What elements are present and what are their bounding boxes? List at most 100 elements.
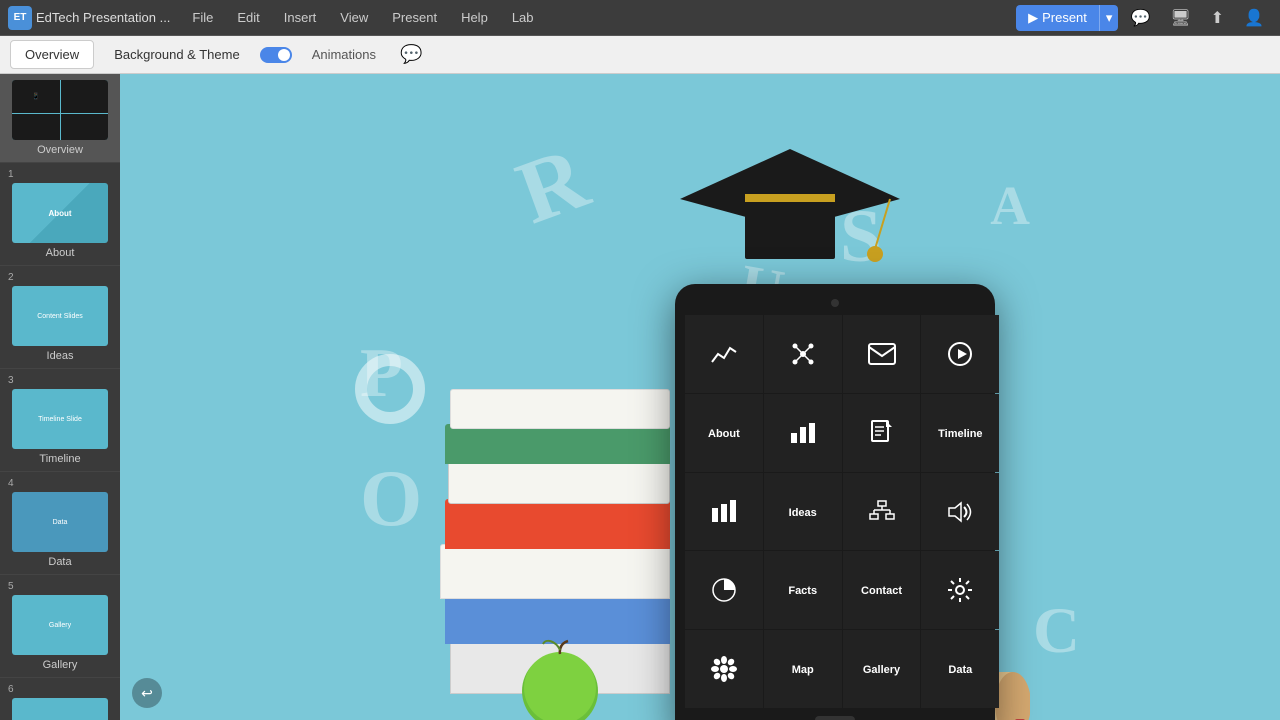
tablet-cell-data[interactable]: Data [921, 630, 999, 708]
cap-body [745, 199, 835, 259]
present-dropdown-arrow[interactable]: ▾ [1099, 5, 1119, 31]
sidebar-item-overview[interactable]: 📱 Overview [0, 74, 120, 163]
sidebar-item-timeline[interactable]: 3 Timeline Slide Timeline [0, 369, 120, 472]
bar-chart-icon [789, 421, 817, 445]
apple-leaf [543, 641, 560, 650]
pie-chart-icon [711, 577, 737, 603]
tablet-cell-speaker[interactable] [921, 473, 999, 551]
slide-1-label: About [46, 247, 75, 259]
back-arrow-icon: ↩ [141, 685, 153, 702]
tablet-cell-bar2[interactable] [685, 473, 763, 551]
tablet-contact-label: Contact [861, 585, 902, 597]
present-label: Present [1042, 10, 1087, 25]
tablet-cell-chart[interactable] [685, 315, 763, 393]
menu-lab[interactable]: Lab [502, 6, 544, 29]
sidebar-item-data[interactable]: 4 Data Data [0, 472, 120, 575]
tablet-cell-map[interactable]: Map [764, 630, 842, 708]
menu-help[interactable]: Help [451, 6, 498, 29]
sidebar-item-ideas[interactable]: 2 Content Slides Ideas [0, 266, 120, 369]
tablet-ideas-label: Ideas [789, 507, 817, 519]
topbar: ET EdTech Presentation ... File Edit Ins… [0, 0, 1280, 36]
tab-animations[interactable]: Animations [298, 41, 390, 68]
slide-num-2: 2 [8, 272, 14, 283]
tab-bg-theme[interactable]: Background & Theme [100, 41, 254, 68]
slide-4-thumb: Data [12, 492, 108, 552]
tablet-cell-facts[interactable]: Facts [764, 551, 842, 629]
slide-2-thumb: Content Slides [12, 286, 108, 346]
canvas-area[interactable]: R S P U O C F A [120, 74, 1280, 720]
bg-letter-top-right: A [990, 174, 1030, 237]
tablet-camera [831, 299, 839, 307]
tablet-cell-mail[interactable] [843, 315, 921, 393]
tablet-cell-flower[interactable] [685, 630, 763, 708]
tablet-cell-bar[interactable] [764, 394, 842, 472]
thumb-cell-4 [61, 114, 109, 140]
canvas-back-button[interactable]: ↩ [132, 678, 162, 708]
tassel-ball [867, 246, 883, 262]
menu-edit[interactable]: Edit [227, 6, 269, 29]
tablet-cell-play[interactable] [921, 315, 999, 393]
app-title: EdTech Presentation ... [36, 10, 170, 25]
tablet-timeline-label: Timeline [938, 428, 982, 440]
comment-topbar-icon[interactable]: 💬 [1122, 4, 1158, 32]
logo-text: ET [14, 12, 27, 23]
slide-2-label: Ideas [47, 350, 74, 362]
bg-letter-r: R [504, 126, 600, 245]
app-logo: ET [8, 6, 32, 30]
comment-toolbar-icon[interactable]: 💬 [396, 40, 426, 69]
overview-thumbnail: 📱 [12, 80, 108, 140]
apple-body-light [524, 652, 596, 720]
menu-file[interactable]: File [182, 6, 223, 29]
menu-present[interactable]: Present [382, 6, 447, 29]
sidebar-item-gallery[interactable]: 5 Gallery Gallery [0, 575, 120, 678]
thumb-cell-2 [61, 80, 109, 113]
tab-overview[interactable]: Overview [10, 40, 94, 69]
tablet-cell-contact[interactable]: Contact [843, 551, 921, 629]
graduation-cap [680, 129, 900, 294]
overview-thumb-grid: 📱 [12, 80, 108, 140]
thumb-cell-1: 📱 [12, 80, 60, 113]
slide-5-thumb-text: Gallery [49, 622, 71, 629]
menu-insert[interactable]: Insert [274, 6, 327, 29]
tablet-data-label: Data [948, 664, 972, 676]
decorative-ring [355, 354, 425, 424]
tablet-cell-ideas[interactable]: Ideas [764, 473, 842, 551]
slide-5-label: Gallery [43, 659, 78, 671]
play-btn-icon [948, 342, 972, 366]
org-chart-icon [868, 500, 896, 524]
slide-2-thumb-text: Content Slides [37, 313, 83, 320]
present-button[interactable]: ▶ Present ▾ [1016, 5, 1118, 31]
screen-icon[interactable]: 🖥 [1162, 4, 1198, 32]
user-icon[interactable]: 👤 [1236, 4, 1272, 32]
tablet-grid: About [685, 315, 985, 708]
sidebar-item-map[interactable]: 6 Map Map [0, 678, 120, 720]
sidebar-item-about[interactable]: 1 About About [0, 163, 120, 266]
menu-view[interactable]: View [330, 6, 378, 29]
document-icon [871, 420, 893, 446]
tablet-cell-doc[interactable] [843, 394, 921, 472]
tablet-cell-pie[interactable] [685, 551, 763, 629]
book-5 [448, 459, 670, 504]
network-icon [789, 340, 817, 368]
tablet-cell-about[interactable]: About [685, 394, 763, 472]
slide-num-4: 4 [8, 478, 14, 489]
apple [518, 636, 603, 720]
animations-toggle-group: Animations [260, 41, 390, 68]
slide-3-thumb: Timeline Slide [12, 389, 108, 449]
tablet-home-button[interactable] [815, 716, 855, 720]
toggle-thumb [278, 49, 290, 61]
apple-svg [518, 636, 603, 720]
bar-chart2-icon [710, 500, 738, 524]
tablet-cell-network[interactable] [764, 315, 842, 393]
share-icon[interactable]: ⬆ [1203, 4, 1232, 32]
bg-letter-o: O [360, 454, 422, 545]
slide-1-thumb-text: About [48, 209, 71, 218]
slide-5-thumb: Gallery [12, 595, 108, 655]
tablet-cell-orgchart[interactable] [843, 473, 921, 551]
tablet-cell-gear[interactable] [921, 551, 999, 629]
tassel-string [875, 199, 890, 249]
animations-toggle[interactable] [260, 47, 292, 63]
tablet-cell-timeline[interactable]: Timeline [921, 394, 999, 472]
tablet-cell-gallery[interactable]: Gallery [843, 630, 921, 708]
toolbar: Overview Background & Theme Animations 💬 [0, 36, 1280, 74]
